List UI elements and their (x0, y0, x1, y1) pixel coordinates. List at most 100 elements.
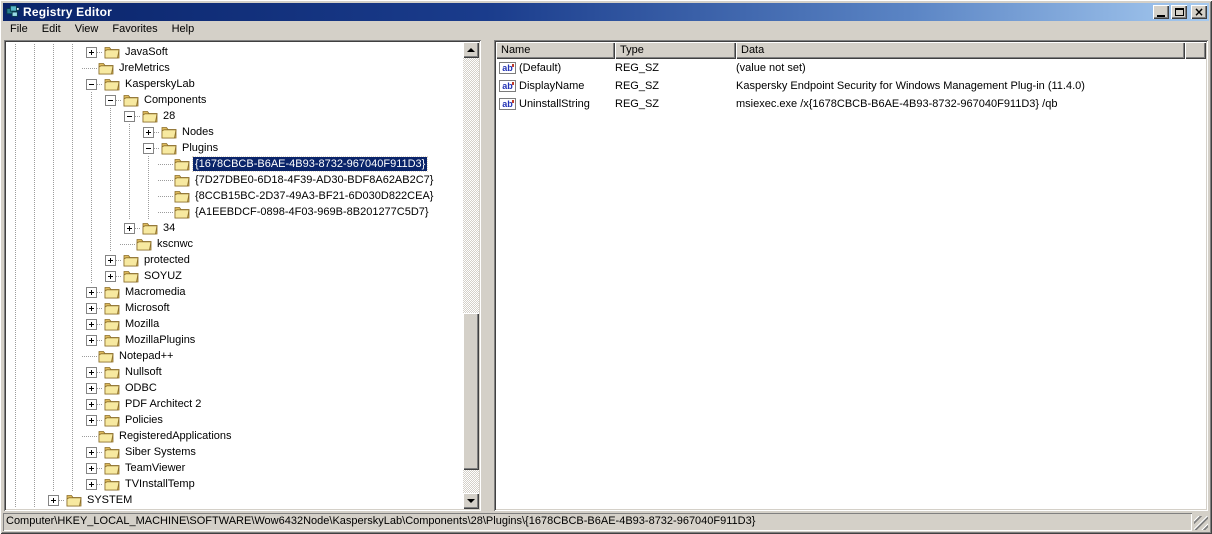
tree-row[interactable]: TeamViewer (6, 460, 463, 476)
tree-rail-line (6, 124, 25, 140)
tree-row[interactable]: Siber Systems (6, 444, 463, 460)
tree-row[interactable]: MozillaPlugins (6, 332, 463, 348)
maximize-icon (1174, 8, 1184, 16)
expand-icon[interactable] (86, 414, 97, 426)
collapse-icon[interactable] (86, 78, 97, 90)
tree-rail-line (6, 220, 25, 236)
expand-icon[interactable] (86, 382, 97, 394)
pane-splitter[interactable] (481, 40, 494, 511)
resize-grip-icon[interactable] (1194, 516, 1208, 530)
collapse-icon[interactable] (124, 110, 135, 122)
minimize-icon (1157, 14, 1165, 17)
scroll-down-button[interactable] (463, 493, 479, 509)
tree-rail-line (101, 124, 120, 140)
tree-rail-line (82, 140, 101, 156)
menu-item-file[interactable]: File (3, 21, 35, 37)
tree-row[interactable]: {A1EEBDCF-0898-4F03-969B-8B201277C5D7} (6, 204, 463, 220)
tree-row[interactable]: SYSTEM (6, 492, 463, 508)
folder-icon (174, 174, 190, 186)
tree-row[interactable]: ODBC (6, 380, 463, 396)
expand-icon[interactable] (48, 494, 59, 506)
tree-row[interactable]: Notepad++ (6, 348, 463, 364)
tree-row[interactable]: kscnwc (6, 236, 463, 252)
tree-key-label: Macromedia (125, 286, 186, 298)
tree-row[interactable]: TVInstallTemp (6, 476, 463, 492)
value-row[interactable]: ab DisplayName REG_SZ Kaspersky Endpoint Se… (496, 77, 1206, 95)
title-bar[interactable]: Registry Editor × (3, 3, 1209, 21)
expand-icon[interactable] (86, 286, 97, 298)
menu-bar: File Edit View Favorites Help (3, 21, 1209, 38)
tree-rail-line (139, 172, 158, 188)
expand-icon[interactable] (105, 270, 116, 282)
tree-row[interactable]: Nodes (6, 124, 463, 140)
tree-row[interactable]: RegisteredApplications (6, 428, 463, 444)
tree-row[interactable]: {1678CBCB-B6AE-4B93-8732-967040F911D3} (6, 156, 463, 172)
tree-rail-line (139, 156, 158, 172)
column-header-data[interactable]: Data (736, 42, 1185, 59)
tree-row[interactable]: JreMetrics (6, 60, 463, 76)
tree-row[interactable]: Macromedia (6, 284, 463, 300)
tree-row[interactable]: Microsoft (6, 300, 463, 316)
tree-row[interactable]: {8CCB15BC-2D37-49A3-BF21-6D030D822CEA} (6, 188, 463, 204)
expand-icon[interactable] (86, 446, 97, 458)
folder-icon (66, 494, 82, 506)
tree-row[interactable]: SOYUZ (6, 268, 463, 284)
tree-rail-line (63, 252, 82, 268)
value-data: (value not set) (736, 62, 806, 74)
value-name: (Default) (519, 62, 562, 74)
tree-row[interactable]: Components (6, 92, 463, 108)
value-row[interactable]: ab (Default) REG_SZ (value not set) (496, 59, 1206, 77)
tree-row[interactable]: KasperskyLab (6, 76, 463, 92)
collapse-icon[interactable] (143, 142, 154, 154)
tree-rail-line (25, 236, 44, 252)
tree-connector-line (158, 172, 173, 188)
tree-vertical-scrollbar[interactable] (463, 42, 479, 509)
column-header-type[interactable]: Type (615, 42, 736, 59)
tree-row[interactable]: {7D27DBE0-6D18-4F39-AD30-BDF8A62AB2C7} (6, 172, 463, 188)
expand-icon[interactable] (86, 46, 97, 58)
tree-rail-line (63, 124, 82, 140)
tree-row[interactable]: JavaSoft (6, 44, 463, 60)
tree-row[interactable]: Mozilla (6, 316, 463, 332)
tree-row[interactable]: Policies (6, 412, 463, 428)
expand-icon[interactable] (86, 334, 97, 346)
tree-row[interactable]: 34 (6, 220, 463, 236)
close-button[interactable]: × (1191, 5, 1207, 19)
expand-icon[interactable] (124, 222, 135, 234)
expand-icon[interactable] (86, 318, 97, 330)
tree-row[interactable]: PDF Architect 2 (6, 396, 463, 412)
maximize-button[interactable] (1171, 5, 1187, 19)
tree-row[interactable]: Plugins (6, 140, 463, 156)
menu-item-edit[interactable]: Edit (35, 21, 68, 37)
menu-item-view[interactable]: View (68, 21, 106, 37)
column-header-name[interactable]: Name (496, 42, 615, 59)
scrollbar-thumb[interactable] (463, 313, 479, 470)
tree-rail-line (63, 236, 82, 252)
expand-icon[interactable] (86, 478, 97, 490)
tree-connector-line (97, 380, 103, 396)
expand-icon[interactable] (105, 254, 116, 266)
minimize-button[interactable] (1153, 5, 1169, 19)
tree-rail-line (25, 156, 44, 172)
menu-item-help[interactable]: Help (165, 21, 202, 37)
tree-row[interactable]: protected (6, 252, 463, 268)
expand-icon[interactable] (86, 398, 97, 410)
tree-rail-line (44, 284, 63, 300)
tree-rail-line (6, 236, 25, 252)
tree-rail-line (25, 300, 44, 316)
tree-row[interactable]: Nullsoft (6, 364, 463, 380)
tree-rail-line (63, 460, 82, 476)
folder-icon (104, 334, 120, 346)
scroll-up-button[interactable] (463, 42, 479, 58)
value-row[interactable]: ab UninstallString REG_SZ msiexec.exe /x{16… (496, 95, 1206, 113)
menu-item-favorites[interactable]: Favorites (105, 21, 164, 37)
tree-rail-line (25, 428, 44, 444)
expand-icon[interactable] (86, 302, 97, 314)
expand-icon[interactable] (86, 366, 97, 378)
expand-icon[interactable] (143, 126, 154, 138)
expand-icon[interactable] (86, 462, 97, 474)
collapse-icon[interactable] (105, 94, 116, 106)
tree-rail-line (44, 476, 63, 492)
tree-key-label: Nullsoft (125, 366, 162, 378)
tree-row[interactable]: 28 (6, 108, 463, 124)
